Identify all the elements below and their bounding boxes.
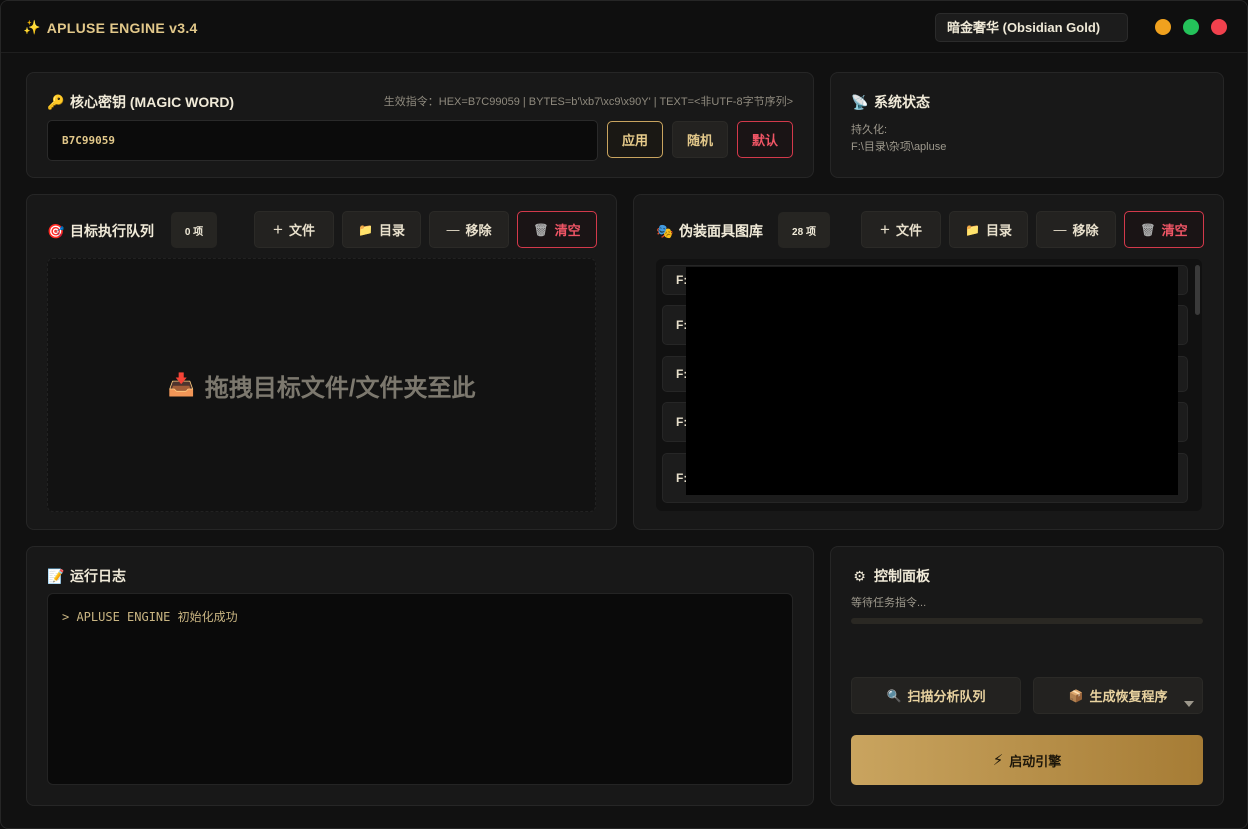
- chevron-down-icon[interactable]: [1184, 701, 1194, 707]
- persist-label: 持久化:: [851, 124, 888, 136]
- target-drop-zone[interactable]: 📥 拖拽目标文件/文件夹至此: [47, 258, 596, 512]
- minus-icon: —: [446, 222, 460, 237]
- log-panel-title-text: 运行日志: [70, 568, 126, 584]
- target-add-file-label: 文件: [288, 223, 315, 238]
- trash-icon: 🗑: [533, 222, 549, 237]
- lightning-icon: ⚡: [992, 752, 1004, 769]
- mask-list-scrollbar[interactable]: [1195, 265, 1200, 315]
- sparkle-icon: ✨: [23, 19, 41, 35]
- performing-arts-icon: 🎭: [656, 222, 674, 239]
- target-panel-title-text: 目标执行队列: [70, 223, 154, 239]
- random-button[interactable]: 随机: [672, 121, 728, 158]
- target-remove-label: 移除: [465, 223, 492, 238]
- mask-library-panel: 🎭 伪装面具图库 28 项 + 文件 📁 目录 — 移除 🗑 清空 F: F: …: [633, 194, 1224, 530]
- folder-icon: 📁: [358, 222, 373, 237]
- mask-list[interactable]: F: F: F: F: F:: [656, 259, 1202, 511]
- target-clear-label: 清空: [554, 223, 581, 238]
- magic-word-input[interactable]: B7C99059: [47, 120, 598, 161]
- inbox-tray-icon: 📥: [167, 372, 195, 397]
- close-button[interactable]: [1211, 19, 1227, 35]
- task-status: 等待任务指令...: [851, 597, 927, 609]
- target-remove-button[interactable]: — 移除: [429, 211, 509, 248]
- app-title: ✨ APLUSE ENGINE v3.4: [23, 19, 198, 36]
- target-count-badge: 0 项: [171, 212, 217, 248]
- status-panel: 📡 系统状态 持久化: F:\目录\杂项\apluse: [830, 72, 1224, 178]
- mask-add-dir-label: 目录: [985, 223, 1012, 238]
- mask-clear-button[interactable]: 🗑 清空: [1124, 211, 1204, 248]
- theme-select[interactable]: 暗金奢华 (Obsidian Gold): [935, 13, 1128, 42]
- launch-engine-label: 启动引擎: [1009, 753, 1062, 769]
- launch-engine-button[interactable]: ⚡ 启动引擎: [851, 735, 1203, 785]
- log-line: > APLUSE ENGINE 初始化成功: [62, 610, 238, 624]
- target-panel-title: 🎯 目标执行队列: [47, 221, 154, 241]
- mask-panel-title-text: 伪装面具图库: [679, 223, 763, 239]
- target-icon: 🎯: [47, 222, 65, 239]
- trash-icon: 🗑: [1140, 222, 1156, 237]
- control-panel: ⚙ 控制面板 等待任务指令... 🔍 扫描分析队列 📦 生成恢复程序 ⚡ 启动引…: [830, 546, 1224, 806]
- apply-button[interactable]: 应用: [607, 121, 663, 158]
- app-window: ✨ APLUSE ENGINE v3.4 暗金奢华 (Obsidian Gold…: [0, 0, 1248, 829]
- mask-clear-label: 清空: [1161, 223, 1188, 238]
- scan-queue-label: 扫描分析队列: [907, 689, 986, 704]
- progress-bar: [851, 618, 1203, 624]
- status-panel-title: 📡 系统状态: [851, 92, 930, 112]
- folder-icon: 📁: [965, 222, 980, 237]
- title-bar: ✨ APLUSE ENGINE v3.4 暗金奢华 (Obsidian Gold…: [1, 1, 1247, 53]
- maximize-button[interactable]: [1183, 19, 1199, 35]
- control-panel-title: ⚙ 控制面板: [851, 566, 930, 586]
- mask-panel-title: 🎭 伪装面具图库: [656, 221, 763, 241]
- status-panel-title-text: 系统状态: [874, 94, 930, 110]
- gear-icon: ⚙: [853, 567, 866, 584]
- key-panel-title-text: 核心密钥 (MAGIC WORD): [70, 94, 235, 110]
- mask-add-dir-button[interactable]: 📁 目录: [949, 211, 1028, 248]
- log-panel-title: 📝 运行日志: [47, 566, 126, 586]
- memo-icon: 📝: [47, 567, 65, 584]
- persist-path: F:\目录\杂项\apluse: [851, 141, 947, 153]
- target-clear-button[interactable]: 🗑 清空: [517, 211, 597, 248]
- build-recovery-button[interactable]: 📦 生成恢复程序: [1033, 677, 1203, 714]
- mask-count-badge: 28 项: [778, 212, 830, 248]
- package-icon: 📦: [1068, 688, 1084, 703]
- mask-remove-label: 移除: [1072, 223, 1099, 238]
- scan-queue-button[interactable]: 🔍 扫描分析队列: [851, 677, 1021, 714]
- default-button[interactable]: 默认: [737, 121, 793, 158]
- log-panel: 📝 运行日志 > APLUSE ENGINE 初始化成功: [26, 546, 814, 806]
- key-icon: 🔑: [47, 93, 65, 110]
- key-panel: 🔑 核心密钥 (MAGIC WORD) 生效指令：HEX=B7C99059 | …: [26, 72, 814, 178]
- key-panel-title: 🔑 核心密钥 (MAGIC WORD): [47, 92, 234, 112]
- drop-hint: 拖拽目标文件/文件夹至此: [204, 374, 476, 402]
- key-effective-hint: 生效指令：HEX=B7C99059 | BYTES=b'\xb7\xc9\x90…: [383, 96, 793, 108]
- target-queue-panel: 🎯 目标执行队列 0 项 + 文件 📁 目录 — 移除 🗑 清空 📥 拖拽目标文…: [26, 194, 617, 530]
- target-add-file-button[interactable]: + 文件: [254, 211, 334, 248]
- control-panel-title-text: 控制面板: [874, 568, 930, 584]
- minimize-button[interactable]: [1155, 19, 1171, 35]
- mask-add-file-label: 文件: [895, 223, 922, 238]
- magnifier-icon: 🔍: [886, 688, 902, 703]
- target-add-dir-button[interactable]: 📁 目录: [342, 211, 421, 248]
- plus-icon: +: [273, 219, 283, 239]
- target-add-dir-label: 目录: [378, 223, 405, 238]
- build-recovery-label: 生成恢复程序: [1089, 689, 1168, 704]
- log-output: > APLUSE ENGINE 初始化成功: [47, 593, 793, 785]
- mask-add-file-button[interactable]: + 文件: [861, 211, 941, 248]
- app-title-text: APLUSE ENGINE v3.4: [46, 19, 198, 36]
- minus-icon: —: [1053, 222, 1067, 237]
- satellite-icon: 📡: [851, 93, 869, 110]
- plus-icon: +: [880, 219, 890, 239]
- mask-remove-button[interactable]: — 移除: [1036, 211, 1116, 248]
- redacted-region: [686, 267, 1178, 495]
